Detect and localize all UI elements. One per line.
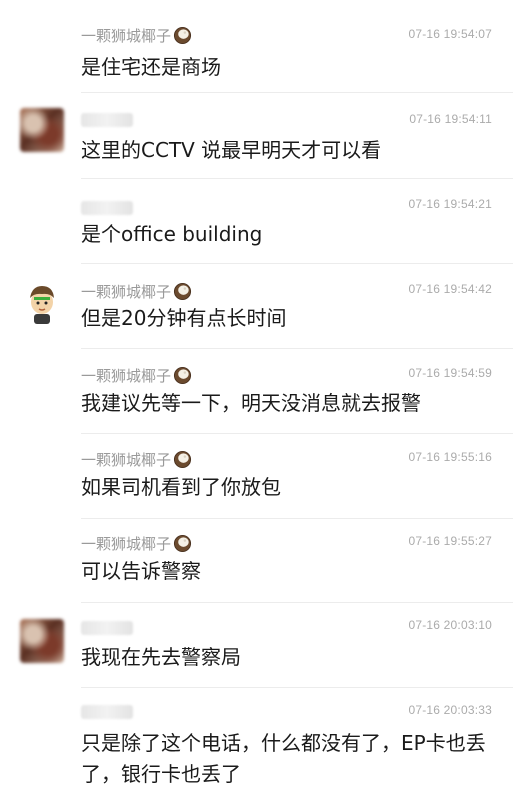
sender-name-blurred (81, 113, 133, 127)
message-item: 07-16 20:03:33 只是除了这个电话，什么都没有了，EP卡也丢了，银行… (0, 688, 513, 800)
message-text[interactable]: 这里的CCTV 说最早明天才可以看 (81, 135, 491, 166)
timestamp: 07-16 19:54:11 (409, 112, 492, 126)
sender-label: 一颗狮城椰子 (81, 534, 172, 553)
message-item: 一颗狮城椰子 07-16 19:55:27 可以告诉警察 (0, 519, 513, 603)
message-text[interactable]: 但是20分钟有点长时间 (81, 303, 491, 334)
message-text[interactable]: 如果司机看到了你放包 (81, 472, 491, 503)
coconut-icon (173, 366, 192, 384)
message-item: 07-16 20:03:10 我现在先去警察局 (0, 603, 513, 688)
timestamp: 07-16 19:54:59 (408, 366, 492, 380)
coconut-icon (173, 534, 192, 552)
avatar[interactable] (20, 280, 64, 324)
coconut-icon (173, 26, 192, 44)
message-text[interactable]: 我建议先等一下，明天没消息就去报警 (81, 388, 491, 419)
sender-name: 一颗狮城椰子 (81, 25, 192, 45)
sender-name-blurred (81, 201, 133, 215)
timestamp: 07-16 19:54:21 (408, 197, 492, 211)
coconut-icon (173, 450, 192, 468)
message-text[interactable]: 我现在先去警察局 (81, 642, 491, 673)
sender-label: 一颗狮城椰子 (81, 26, 172, 45)
timestamp: 07-16 19:54:42 (408, 282, 492, 296)
timestamp: 07-16 20:03:10 (408, 618, 492, 632)
sender-label: 一颗狮城椰子 (81, 366, 172, 385)
message-item: 一颗狮城椰子 07-16 19:54:59 我建议先等一下，明天没消息就去报警 (0, 349, 513, 434)
message-text[interactable]: 是个office building (81, 219, 491, 250)
timestamp: 07-16 20:03:33 (408, 703, 492, 717)
timestamp: 07-16 19:55:27 (408, 534, 492, 548)
sender-label: 一颗狮城椰子 (81, 450, 172, 469)
timestamp: 07-16 19:54:07 (408, 27, 492, 41)
message-item: 一颗狮城椰子 07-16 19:55:16 如果司机看到了你放包 (0, 434, 513, 519)
sender-name: 一颗狮城椰子 (81, 533, 192, 553)
sender-label: 一颗狮城椰子 (81, 282, 172, 301)
message-text[interactable]: 可以告诉警察 (81, 556, 491, 587)
timestamp: 07-16 19:55:16 (408, 450, 492, 464)
message-text[interactable]: 是住宅还是商场 (81, 52, 491, 83)
sender-name-blurred (81, 621, 133, 635)
message-item: 一颗狮城椰子 07-16 19:54:07 是住宅还是商场 (0, 0, 513, 93)
avatar[interactable] (20, 619, 64, 663)
sender-name-blurred (81, 705, 133, 719)
cartoon-boy-icon (20, 280, 64, 324)
message-item: 07-16 19:54:21 是个office building (0, 179, 513, 264)
coconut-icon (173, 282, 192, 300)
message-item: 07-16 19:54:11 这里的CCTV 说最早明天才可以看 (0, 93, 513, 179)
sender-name: 一颗狮城椰子 (81, 449, 192, 469)
chat-history: 一颗狮城椰子 07-16 19:54:07 是住宅还是商场 07-16 19:5… (0, 0, 513, 800)
sender-name: 一颗狮城椰子 (81, 281, 192, 301)
message-item: 一颗狮城椰子 07-16 19:54:42 但是20分钟有点长时间 (0, 264, 513, 349)
message-text[interactable]: 只是除了这个电话，什么都没有了，EP卡也丢了，银行卡也丢了 (81, 728, 491, 790)
avatar[interactable] (20, 108, 64, 152)
sender-name: 一颗狮城椰子 (81, 365, 192, 385)
